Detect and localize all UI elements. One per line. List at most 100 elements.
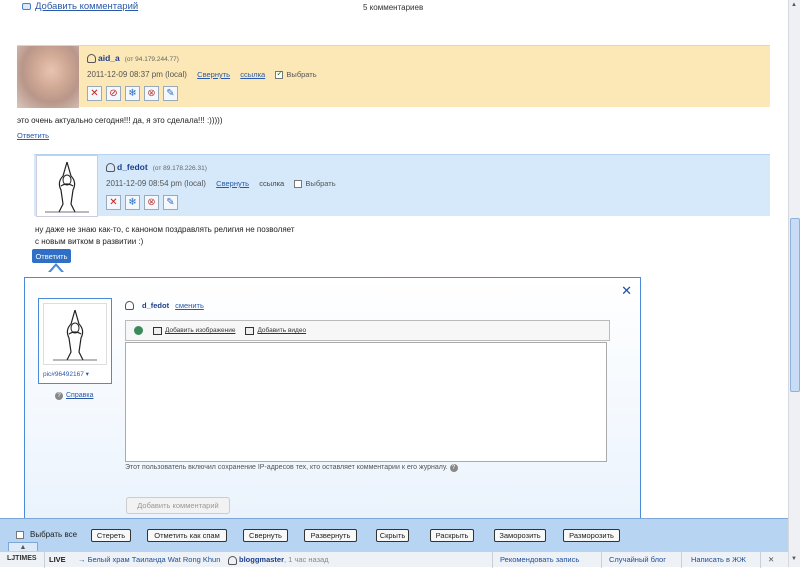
comment-ip: (от 94.179.244.77) <box>124 56 179 63</box>
comment-text: это очень актуально сегодня!!! да, я это… <box>17 116 223 125</box>
delete-icon[interactable]: ✕ <box>87 86 102 101</box>
figure-drawing-icon <box>53 309 97 361</box>
story-time: , 1 час назад <box>284 555 329 564</box>
comment-datetime: 2011-12-09 08:54 pm (local) <box>106 179 206 188</box>
divider <box>601 552 602 568</box>
comment-aid-a: aid_a (от 94.179.244.77) 2011-12-09 08:37… <box>17 45 770 108</box>
chevron-up-icon: ▲ <box>19 544 27 551</box>
unfreeze-button[interactable]: Разморозить <box>563 529 620 542</box>
comment-actions: ✕ ⊘ ❄ ⊗ ✎ <box>87 86 178 101</box>
help-link[interactable]: ? Справка <box>55 392 93 400</box>
hide-icon[interactable]: ⊗ <box>144 195 159 210</box>
editor-toolbar: Добавить изображение Добавить видео <box>125 320 610 341</box>
comment-author: aid_a (от 94.179.244.77) <box>87 53 179 64</box>
form-username[interactable]: d_fedot <box>142 301 169 310</box>
change-user-link[interactable]: сменить <box>175 301 204 310</box>
add-video-button[interactable]: Добавить видео <box>245 326 307 335</box>
comment-icon <box>22 2 31 10</box>
delete-icon[interactable]: ✕ <box>106 195 121 210</box>
close-icon[interactable]: ✕ <box>621 283 632 299</box>
comment-meta: 2011-12-09 08:54 pm (local) Свернуть ссы… <box>106 179 336 188</box>
camera-icon <box>153 326 162 335</box>
username-link[interactable]: d_fedot <box>117 162 148 172</box>
mark-spam-button[interactable]: Отметить как спам <box>147 529 227 542</box>
divider <box>760 552 761 568</box>
chevron-down-icon: ▾ <box>85 371 89 378</box>
write-lj-link[interactable]: Написать в ЖЖ <box>691 555 746 564</box>
comments-header: Добавить комментарий 5 комментариев <box>0 0 788 14</box>
ljtimes-bar: LJTIMES LIVE → Белый храм Таиланда Wat R… <box>0 551 788 568</box>
vertical-scrollbar[interactable]: ▲ ▼ <box>788 0 800 567</box>
select-checkbox[interactable] <box>275 69 284 79</box>
select-all[interactable]: Выбрать все <box>16 530 77 539</box>
reply-button[interactable]: Ответить <box>32 249 71 263</box>
add-comment-link[interactable]: Добавить комментарий <box>22 1 138 12</box>
ip-notice-text: Этот пользователь включил сохранение IP-… <box>125 464 448 471</box>
hide-button[interactable]: Скрыть <box>376 529 409 542</box>
collapse-link[interactable]: Свернуть <box>197 70 230 79</box>
userpic-label: pic#96492167 <box>43 371 84 378</box>
add-image-label: Добавить изображение <box>165 327 236 334</box>
add-video-label: Добавить видео <box>257 327 307 334</box>
form-author: d_fedot сменить <box>125 300 204 311</box>
random-blog-link[interactable]: Случайный блог <box>609 555 666 564</box>
mass-action-bar: Выбрать все Стереть Отметить как спам Св… <box>0 518 788 551</box>
story-author: bloggmaster, 1 час назад <box>228 555 329 565</box>
track-icon[interactable]: ✎ <box>163 195 178 210</box>
freeze-button[interactable]: Заморозить <box>494 529 546 542</box>
submit-comment-button[interactable]: Добавить комментарий <box>126 497 230 514</box>
freeze-icon[interactable]: ❄ <box>125 195 140 210</box>
comment-text-line: с новым витком в развитии :) <box>35 237 144 246</box>
username-link[interactable]: aid_a <box>98 53 120 63</box>
hide-icon[interactable]: ⊗ <box>144 86 159 101</box>
story-author-link[interactable]: bloggmaster <box>239 555 284 564</box>
user-icon <box>125 301 134 311</box>
recommend-link[interactable]: Рекомендовать запись <box>500 555 579 564</box>
unhide-button[interactable]: Раскрыть <box>430 529 474 542</box>
comment-datetime: 2011-12-09 08:37 pm (local) <box>87 70 187 79</box>
close-icon[interactable]: ✕ <box>768 555 774 564</box>
reply-form: ✕ pic#96492167 ▾ ? Справка d_fedot сменить… <box>24 277 641 527</box>
comment-textarea[interactable] <box>125 342 607 462</box>
ip-notice: Этот пользователь включил сохранение IP-… <box>125 464 461 472</box>
scroll-up-icon[interactable]: ▲ <box>791 2 797 8</box>
add-image-button[interactable]: Добавить изображение <box>153 326 236 335</box>
comment-author: d_fedot (от 89.178.226.31) <box>106 162 207 173</box>
select-all-checkbox[interactable] <box>16 530 24 539</box>
help-label: Справка <box>66 392 94 399</box>
comment-d-fedot: d_fedot (от 89.178.226.31) 2011-12-09 08:… <box>34 154 770 217</box>
freeze-icon[interactable]: ❄ <box>125 86 140 101</box>
track-icon[interactable]: ✎ <box>163 86 178 101</box>
user-icon <box>228 555 237 565</box>
scroll-down-icon[interactable]: ▼ <box>791 556 797 562</box>
select-label: Выбрать <box>305 179 336 188</box>
userpic <box>43 303 107 365</box>
select-checkbox[interactable] <box>294 179 303 188</box>
expand-button[interactable]: Развернуть <box>304 529 357 542</box>
comment-count: 5 комментариев <box>363 3 424 12</box>
reply-pointer-inner <box>50 266 62 273</box>
erase-button[interactable]: Стереть <box>91 529 131 542</box>
globe-icon[interactable] <box>134 326 143 335</box>
question-icon[interactable]: ? <box>449 464 458 472</box>
user-icon <box>87 54 96 64</box>
avatar <box>36 155 98 217</box>
comment-actions: ✕ ❄ ⊗ ✎ <box>106 195 178 210</box>
video-icon <box>245 326 255 335</box>
ban-icon[interactable]: ⊘ <box>106 86 121 101</box>
userpic-selector[interactable]: pic#96492167 ▾ <box>38 298 112 384</box>
live-story-link[interactable]: → Белый храм Таиланда Wat Rong Khun <box>78 555 220 564</box>
question-icon: ? <box>55 392 63 400</box>
scroll-thumb[interactable] <box>790 218 800 392</box>
userpic-dropdown[interactable]: pic#96492167 ▾ <box>43 370 89 378</box>
avatar <box>17 46 79 108</box>
collapse-button[interactable]: Свернуть <box>243 529 288 542</box>
ljtimes-logo[interactable]: LJTIMES <box>7 555 37 562</box>
comment-text: ну даже не знаю как-то, с каноном поздра… <box>35 224 295 248</box>
add-comment-label[interactable]: Добавить комментарий <box>35 1 138 12</box>
permalink[interactable]: ссылка <box>240 70 265 79</box>
collapse-link[interactable]: Свернуть <box>216 179 249 188</box>
divider <box>44 552 45 568</box>
reply-link[interactable]: Ответить <box>17 131 49 140</box>
permalink[interactable]: ссылка <box>259 179 284 188</box>
